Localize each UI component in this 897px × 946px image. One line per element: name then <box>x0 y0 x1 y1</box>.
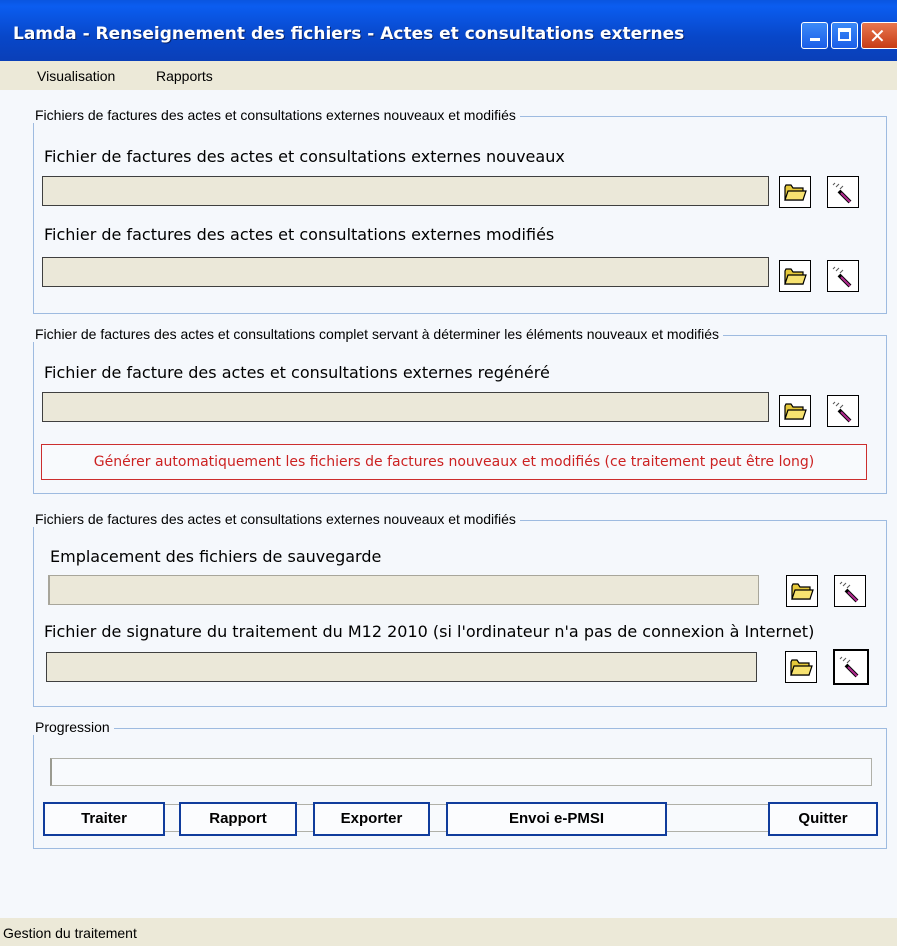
window-title: Lamda - Renseignement des fichiers - Act… <box>13 24 685 44</box>
rapport-button[interactable]: Rapport <box>179 802 297 836</box>
field-label-modifies: Fichier de factures des actes et consult… <box>44 225 555 244</box>
folder-icon <box>784 403 807 420</box>
clear-button-signature[interactable] <box>833 649 869 685</box>
quitter-button[interactable]: Quitter <box>768 802 878 836</box>
field-label-sauvegarde: Emplacement des fichiers de sauvegarde <box>50 547 382 566</box>
traiter-button[interactable]: Traiter <box>43 802 165 836</box>
field-label-signature: Fichier de signature du traitement du M1… <box>44 622 815 641</box>
browse-button-signature[interactable] <box>785 651 817 683</box>
status-text: Gestion du traitement <box>3 925 137 941</box>
browse-button-modifies[interactable] <box>779 260 811 292</box>
browse-button-sauvegarde[interactable] <box>786 575 818 607</box>
envoi-epmsi-button[interactable]: Envoi e-PMSI <box>446 802 667 836</box>
eraser-wand-icon <box>832 401 852 423</box>
folder-input-sauvegarde[interactable] <box>48 575 759 605</box>
eraser-wand-icon <box>839 581 859 603</box>
clear-button-sauvegarde[interactable] <box>834 575 866 607</box>
window-title-bar[interactable]: Lamda - Renseignement des fichiers - Act… <box>0 0 897 61</box>
group-legend: Fichiers de factures des actes et consul… <box>32 107 520 123</box>
eraser-wand-icon <box>832 182 852 204</box>
eraser-wand-icon <box>832 266 852 288</box>
browse-button-regenere[interactable] <box>779 395 811 427</box>
browse-button-nouveaux[interactable] <box>779 176 811 208</box>
file-input-modifies[interactable] <box>42 257 769 287</box>
generate-files-button[interactable]: Générer automatiquement les fichiers de … <box>41 444 867 480</box>
exporter-button[interactable]: Exporter <box>313 802 430 836</box>
field-label-nouveaux: Fichier de factures des actes et consult… <box>44 147 565 166</box>
close-icon: ✕ <box>869 24 886 48</box>
maximize-button[interactable] <box>831 22 858 49</box>
minimize-button[interactable] <box>801 22 828 49</box>
clear-button-nouveaux[interactable] <box>827 176 859 208</box>
progress-bar-1 <box>50 758 872 786</box>
file-input-signature[interactable] <box>46 652 757 682</box>
file-input-regenere[interactable] <box>42 392 769 422</box>
menu-rapports[interactable]: Rapports <box>156 68 213 84</box>
minimize-icon <box>810 38 820 41</box>
close-button[interactable]: ✕ <box>861 22 897 49</box>
folder-icon <box>791 583 814 600</box>
group-legend: Progression <box>32 719 114 735</box>
group-legend: Fichier de factures des actes et consult… <box>32 326 724 342</box>
folder-icon <box>784 184 807 201</box>
clear-button-modifies[interactable] <box>827 260 859 292</box>
file-input-nouveaux[interactable] <box>42 176 769 206</box>
status-bar: Gestion du traitement <box>0 918 897 946</box>
folder-icon <box>784 268 807 285</box>
menu-bar: Visualisation Rapports <box>0 61 897 90</box>
menu-visualisation[interactable]: Visualisation <box>37 68 115 84</box>
clear-button-regenere[interactable] <box>827 395 859 427</box>
maximize-icon <box>838 28 851 41</box>
field-label-regenere: Fichier de facture des actes et consulta… <box>44 363 550 382</box>
folder-icon <box>790 659 813 676</box>
group-legend: Fichiers de factures des actes et consul… <box>32 511 520 527</box>
eraser-wand-icon <box>839 656 859 678</box>
